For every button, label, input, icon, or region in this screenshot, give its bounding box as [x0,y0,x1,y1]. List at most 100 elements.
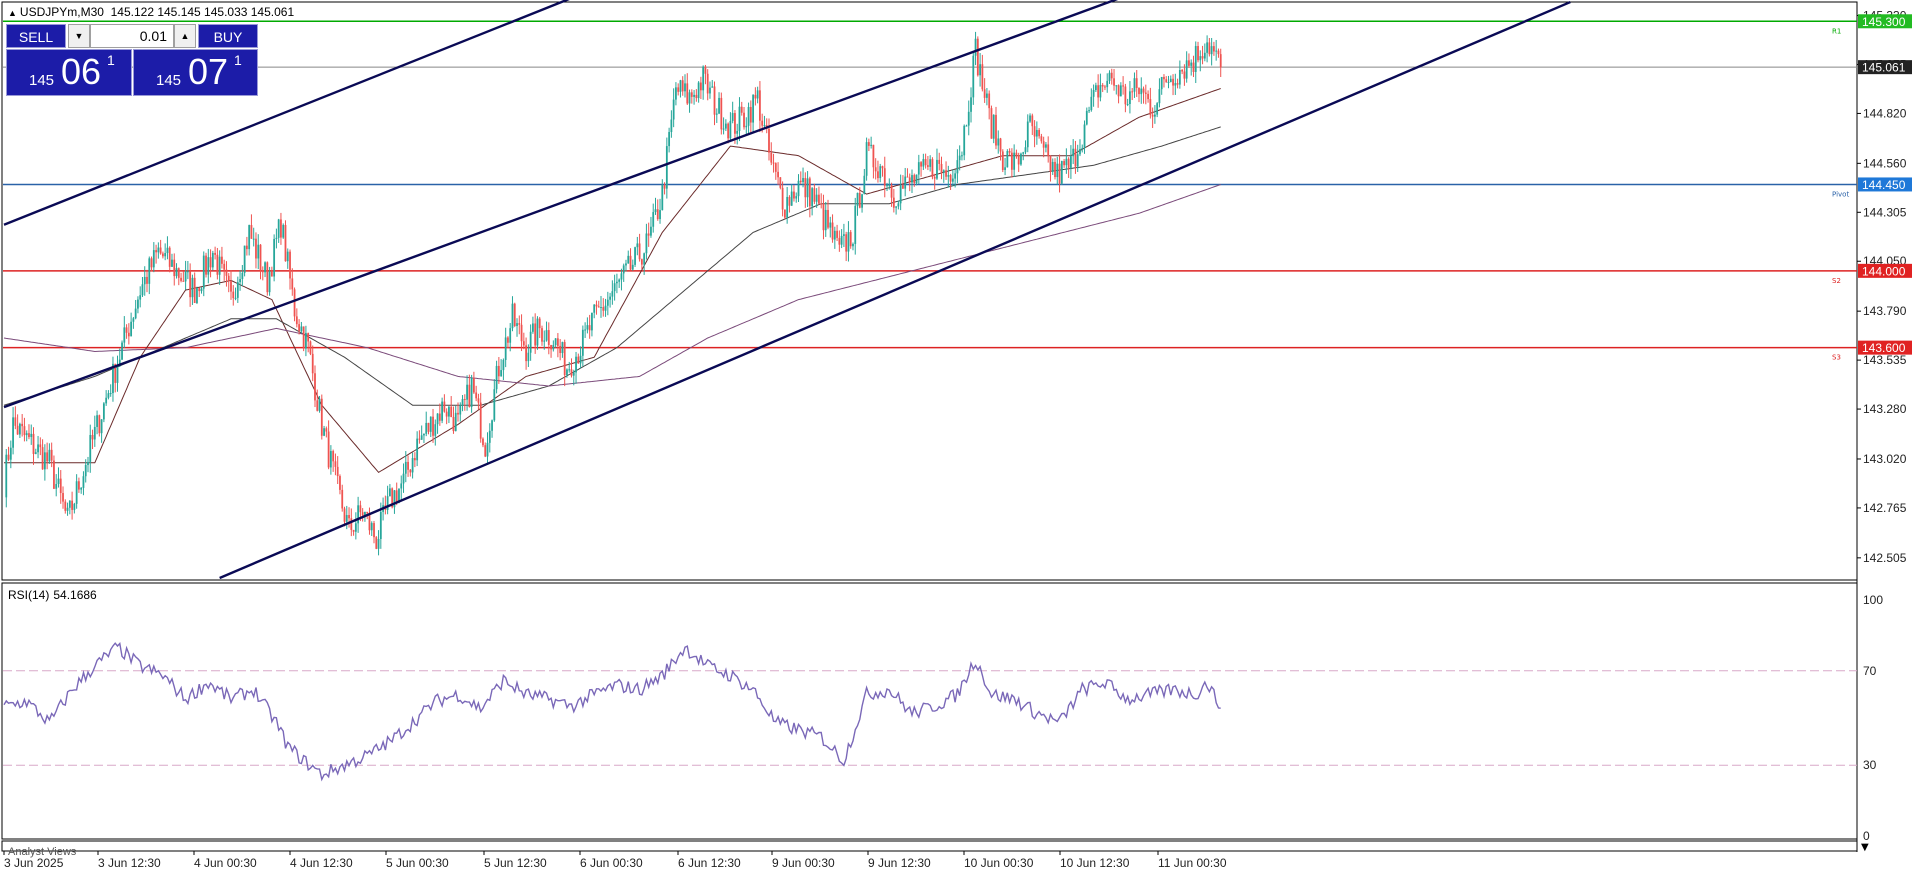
candle-body [1049,156,1052,172]
candle-body [109,393,112,395]
candle-body [706,73,709,94]
candle-body [895,206,898,208]
candle-body [754,94,757,99]
candle [772,153,775,173]
candle [168,246,171,273]
candle [972,51,975,105]
candle [634,246,636,267]
candle [98,414,101,437]
candle-body [482,438,484,446]
candle [1085,107,1088,126]
candle-body [675,87,677,100]
candle-body [168,247,171,267]
candle [872,144,875,179]
candle-body [1104,86,1106,88]
candle [463,394,466,411]
candle-body [1090,96,1093,111]
candle-body [368,513,371,531]
candle-body [420,435,423,440]
candle-body [28,433,30,438]
candle-body [947,175,950,177]
lot-decrease-icon[interactable]: ▼ [68,24,90,48]
candle [189,263,192,307]
candle [46,442,49,470]
candle-body [854,205,857,244]
candle [1213,41,1215,56]
candle-body [1176,83,1179,85]
candle-body [413,458,416,461]
rsi-tick-label-3: 0 [1863,829,1870,843]
candle-body [1122,85,1125,87]
buy-button[interactable]: BUY [198,24,258,48]
candle [477,393,480,410]
candle [39,437,42,456]
candle-body [275,237,278,239]
candle-body [545,330,548,341]
candle [711,79,714,88]
collapse-triangle-icon[interactable]: ▲ [8,8,17,18]
candle-body [600,307,602,309]
candle-body [1001,151,1004,170]
candle-body [78,481,80,490]
candle [230,270,232,300]
candle [1147,90,1149,103]
candle-body [881,166,884,169]
scroll-arrow-icon[interactable]: ▼ [1861,842,1869,853]
candle [1217,48,1220,58]
candle-body [209,257,212,268]
lot-increase-icon[interactable]: ▲ [174,24,196,48]
candle-body [577,356,580,364]
candle-body [656,209,659,220]
candle-body [988,93,991,109]
candle [434,419,437,446]
candle [1144,84,1147,105]
candle-body [1058,163,1061,184]
candle-body [318,398,321,411]
candle-body [459,405,462,415]
candle [879,163,882,183]
candle [1203,43,1206,62]
candle-body [257,244,260,259]
candle [1188,53,1190,68]
candle-body [543,340,546,342]
bid-price-box[interactable]: 145 06 1 [6,49,132,96]
candle-body [472,377,475,393]
candle [497,357,500,384]
candle-body [280,219,282,238]
candle [1026,114,1029,153]
candle [93,415,96,447]
candle [511,296,514,332]
level-badge-label-2: 144.450 [1862,178,1906,192]
ask-price-box[interactable]: 145 07 1 [133,49,258,96]
candle [1099,73,1102,102]
candle [836,224,838,242]
candle [211,250,214,271]
candle [427,422,430,435]
channel-line-2[interactable] [219,0,1571,580]
candle-body [940,163,943,173]
candle-body [1183,71,1186,79]
candle [1056,156,1059,185]
candle-body [1079,149,1081,155]
candle-body [21,423,24,427]
candle [602,298,605,317]
candle [777,162,779,185]
candle-body [586,325,589,330]
candle [988,90,991,120]
candle-body [1097,85,1100,98]
candle [670,110,673,138]
candle [1042,136,1045,158]
candle [1104,84,1106,91]
candle [529,324,532,361]
candle-body [37,444,39,453]
candle [609,292,611,308]
candle [114,363,117,393]
candle [53,455,55,490]
candle-body [745,125,748,128]
candle [43,444,46,481]
candle-body [992,114,995,139]
candle-body [12,417,14,448]
sell-button[interactable]: SELL [6,24,66,48]
candle [684,74,686,98]
lot-size-input[interactable] [90,24,174,48]
